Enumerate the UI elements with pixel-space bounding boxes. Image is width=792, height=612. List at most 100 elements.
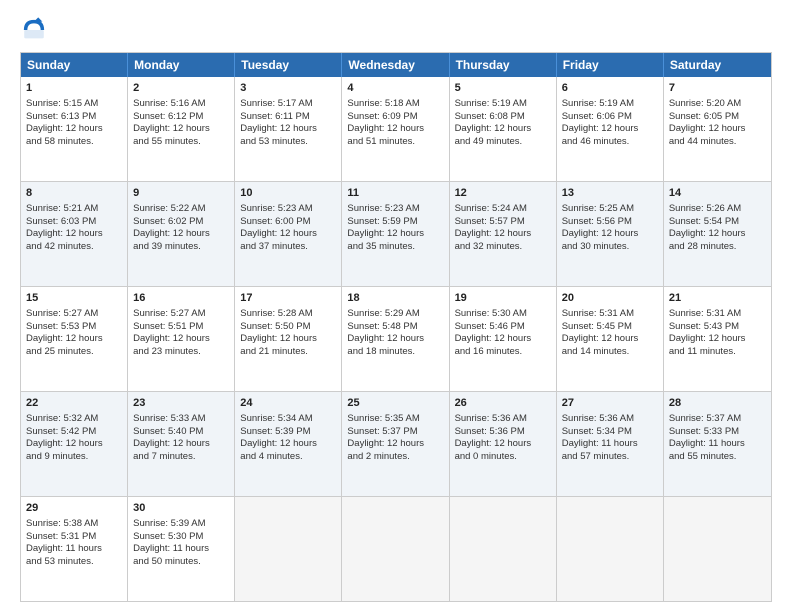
calendar-cell-8: 8Sunrise: 5:21 AMSunset: 6:03 PMDaylight… [21, 182, 128, 286]
day-number: 25 [347, 396, 443, 411]
day-number: 23 [133, 396, 229, 411]
day-info: Daylight: 12 hours [669, 123, 766, 136]
calendar-cell-12: 12Sunrise: 5:24 AMSunset: 5:57 PMDayligh… [450, 182, 557, 286]
day-info: Sunrise: 5:27 AM [26, 308, 122, 321]
day-info: Daylight: 12 hours [455, 123, 551, 136]
day-info: Sunrise: 5:20 AM [669, 98, 766, 111]
day-info: Sunrise: 5:39 AM [133, 518, 229, 531]
day-info: Sunset: 6:11 PM [240, 111, 336, 124]
day-number: 11 [347, 186, 443, 201]
day-info: Sunset: 5:43 PM [669, 321, 766, 334]
day-number: 17 [240, 291, 336, 306]
day-info: and 55 minutes. [133, 136, 229, 149]
logo-icon [20, 16, 48, 44]
day-number: 8 [26, 186, 122, 201]
day-info: Daylight: 12 hours [240, 333, 336, 346]
day-info: Daylight: 11 hours [133, 543, 229, 556]
day-number: 12 [455, 186, 551, 201]
day-info: Sunrise: 5:16 AM [133, 98, 229, 111]
day-info: Sunset: 6:13 PM [26, 111, 122, 124]
day-info: and 32 minutes. [455, 241, 551, 254]
calendar-row-1: 8Sunrise: 5:21 AMSunset: 6:03 PMDaylight… [21, 182, 771, 287]
day-info: and 42 minutes. [26, 241, 122, 254]
calendar-cell-17: 17Sunrise: 5:28 AMSunset: 5:50 PMDayligh… [235, 287, 342, 391]
day-number: 10 [240, 186, 336, 201]
calendar-cell-19: 19Sunrise: 5:30 AMSunset: 5:46 PMDayligh… [450, 287, 557, 391]
day-info: and 37 minutes. [240, 241, 336, 254]
page: SundayMondayTuesdayWednesdayThursdayFrid… [0, 0, 792, 612]
calendar-cell-empty [664, 497, 771, 601]
calendar-cell-3: 3Sunrise: 5:17 AMSunset: 6:11 PMDaylight… [235, 77, 342, 181]
calendar-cell-16: 16Sunrise: 5:27 AMSunset: 5:51 PMDayligh… [128, 287, 235, 391]
day-number: 15 [26, 291, 122, 306]
day-info: Sunset: 5:30 PM [133, 531, 229, 544]
day-info: Sunrise: 5:32 AM [26, 413, 122, 426]
day-info: Sunrise: 5:23 AM [240, 203, 336, 216]
day-info: and 23 minutes. [133, 346, 229, 359]
day-info: Daylight: 11 hours [26, 543, 122, 556]
calendar-cell-4: 4Sunrise: 5:18 AMSunset: 6:09 PMDaylight… [342, 77, 449, 181]
calendar-cell-30: 30Sunrise: 5:39 AMSunset: 5:30 PMDayligh… [128, 497, 235, 601]
day-info: Daylight: 11 hours [669, 438, 766, 451]
header-cell-friday: Friday [557, 53, 664, 77]
calendar-cell-22: 22Sunrise: 5:32 AMSunset: 5:42 PMDayligh… [21, 392, 128, 496]
day-info: Sunset: 5:59 PM [347, 216, 443, 229]
calendar-cell-2: 2Sunrise: 5:16 AMSunset: 6:12 PMDaylight… [128, 77, 235, 181]
calendar-cell-10: 10Sunrise: 5:23 AMSunset: 6:00 PMDayligh… [235, 182, 342, 286]
calendar-cell-29: 29Sunrise: 5:38 AMSunset: 5:31 PMDayligh… [21, 497, 128, 601]
calendar-row-2: 15Sunrise: 5:27 AMSunset: 5:53 PMDayligh… [21, 287, 771, 392]
day-number: 21 [669, 291, 766, 306]
day-info: Sunrise: 5:27 AM [133, 308, 229, 321]
day-info: Sunset: 6:03 PM [26, 216, 122, 229]
day-info: Daylight: 12 hours [669, 228, 766, 241]
day-info: Sunset: 6:08 PM [455, 111, 551, 124]
day-info: Daylight: 12 hours [26, 438, 122, 451]
logo [20, 16, 52, 44]
day-info: Daylight: 12 hours [347, 228, 443, 241]
day-info: Sunset: 6:00 PM [240, 216, 336, 229]
day-info: Daylight: 12 hours [133, 333, 229, 346]
day-number: 1 [26, 81, 122, 96]
day-info: and 30 minutes. [562, 241, 658, 254]
day-info: Sunset: 5:33 PM [669, 426, 766, 439]
day-info: and 51 minutes. [347, 136, 443, 149]
day-info: Sunset: 5:56 PM [562, 216, 658, 229]
day-info: Sunset: 5:37 PM [347, 426, 443, 439]
day-info: and 50 minutes. [133, 556, 229, 569]
header-cell-tuesday: Tuesday [235, 53, 342, 77]
day-info: Daylight: 12 hours [562, 123, 658, 136]
day-info: and 55 minutes. [669, 451, 766, 464]
day-info: Sunset: 5:45 PM [562, 321, 658, 334]
day-info: Sunrise: 5:15 AM [26, 98, 122, 111]
day-number: 6 [562, 81, 658, 96]
day-info: Sunset: 5:48 PM [347, 321, 443, 334]
header-cell-monday: Monday [128, 53, 235, 77]
day-info: Daylight: 12 hours [455, 333, 551, 346]
day-info: Daylight: 12 hours [133, 438, 229, 451]
day-number: 7 [669, 81, 766, 96]
day-info: Sunset: 5:42 PM [26, 426, 122, 439]
day-info: Sunset: 6:06 PM [562, 111, 658, 124]
calendar-cell-7: 7Sunrise: 5:20 AMSunset: 6:05 PMDaylight… [664, 77, 771, 181]
calendar-cell-9: 9Sunrise: 5:22 AMSunset: 6:02 PMDaylight… [128, 182, 235, 286]
calendar-cell-empty [342, 497, 449, 601]
calendar-cell-28: 28Sunrise: 5:37 AMSunset: 5:33 PMDayligh… [664, 392, 771, 496]
day-info: Sunset: 5:54 PM [669, 216, 766, 229]
day-info: and 44 minutes. [669, 136, 766, 149]
calendar-cell-6: 6Sunrise: 5:19 AMSunset: 6:06 PMDaylight… [557, 77, 664, 181]
calendar-cell-18: 18Sunrise: 5:29 AMSunset: 5:48 PMDayligh… [342, 287, 449, 391]
calendar-cell-empty [235, 497, 342, 601]
day-info: Sunset: 5:39 PM [240, 426, 336, 439]
calendar: SundayMondayTuesdayWednesdayThursdayFrid… [20, 52, 772, 602]
day-info: and 21 minutes. [240, 346, 336, 359]
day-info: Sunset: 6:09 PM [347, 111, 443, 124]
day-info: Sunrise: 5:18 AM [347, 98, 443, 111]
day-info: Daylight: 12 hours [26, 333, 122, 346]
calendar-row-0: 1 Sunrise: 5:15 AMSunset: 6:13 PM Daylight… [21, 77, 771, 182]
day-info: Sunset: 6:12 PM [133, 111, 229, 124]
day-info: Sunrise: 5:19 AM [455, 98, 551, 111]
day-info: Sunset: 5:46 PM [455, 321, 551, 334]
day-info: Daylight: 12 hours [669, 333, 766, 346]
day-info: Sunrise: 5:17 AM [240, 98, 336, 111]
day-info: Daylight: 12 hours [26, 228, 122, 241]
